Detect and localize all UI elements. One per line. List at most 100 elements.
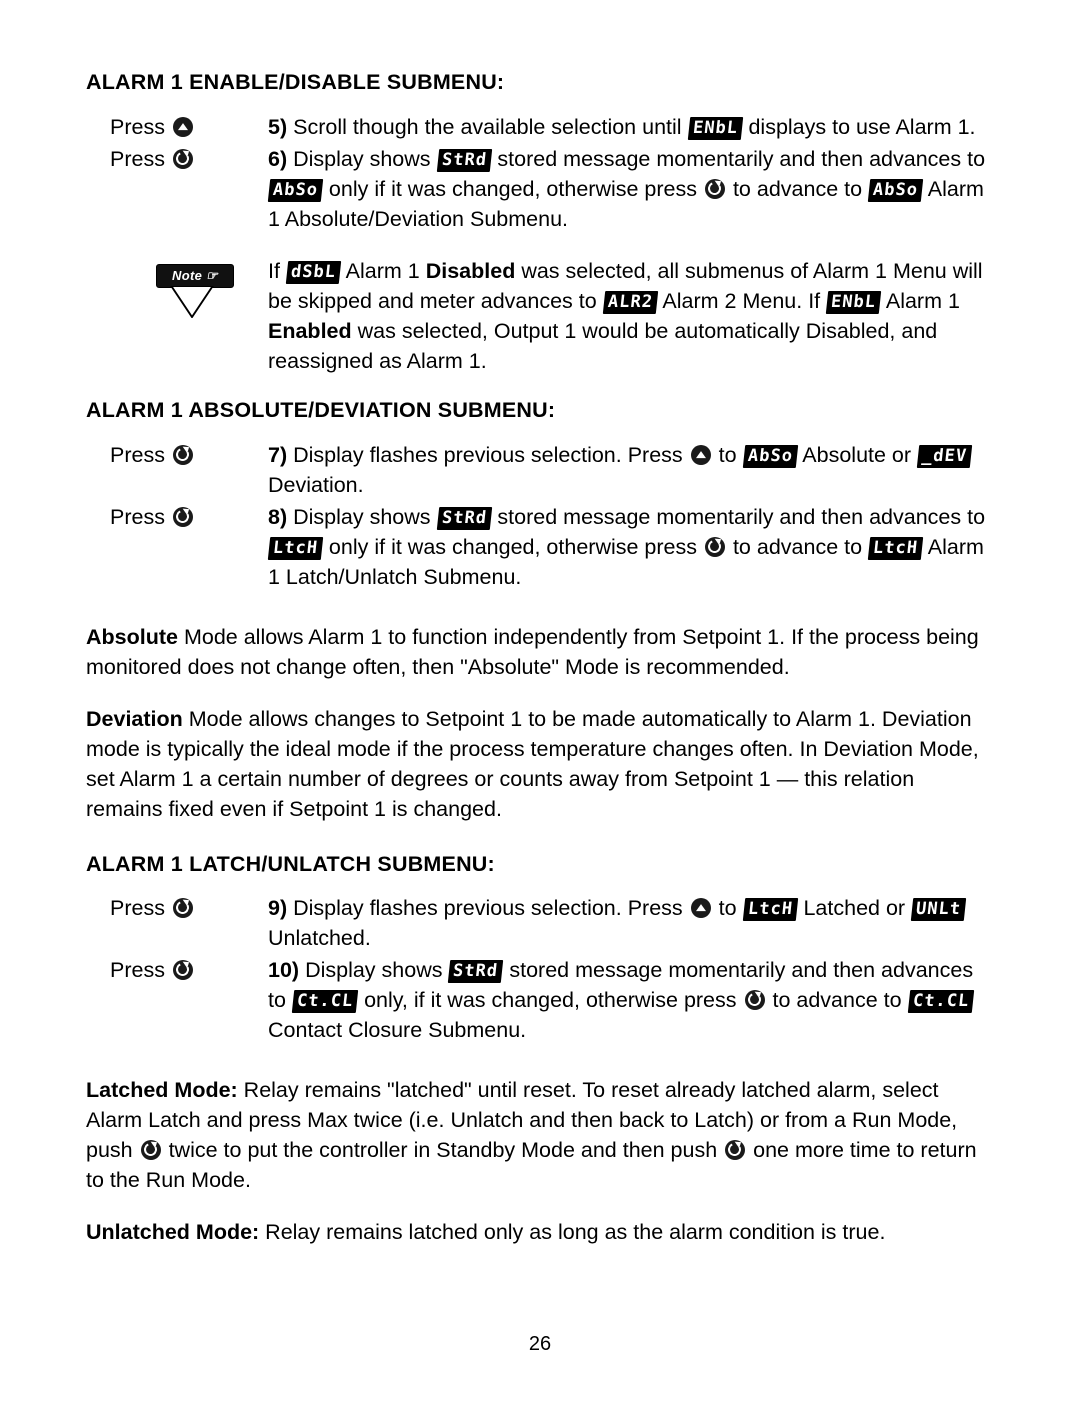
press-label: Press <box>110 958 165 983</box>
deviation-text: Mode allows changes to Setpoint 1 to be … <box>86 706 979 821</box>
note-text-6: was selected, Output 1 would be automati… <box>268 318 938 373</box>
loop-arrow-button-icon[interactable] <box>172 148 193 169</box>
step-6-text-2: stored message momentarily and then adva… <box>491 146 986 171</box>
led-enbl-2: ENbL <box>825 290 882 314</box>
press-label: Press <box>110 504 165 529</box>
up-arrow-button-icon[interactable] <box>172 116 193 137</box>
page-number: 26 <box>528 1333 552 1355</box>
step-9-text-1: Display flashes previous selection. Pres… <box>293 896 689 921</box>
step-7-text: 7) Display flashes previous selection. P… <box>268 440 991 500</box>
led-abso-1: AbSo <box>267 178 324 202</box>
step-8-text-2: stored message momentarily and then adva… <box>491 504 986 529</box>
note-block: Note ☞ If dSbL Alarm 1 Disabled was sele… <box>86 256 991 376</box>
led-dsbl: dSbL <box>285 260 342 284</box>
step-5-number: 5) <box>268 114 288 139</box>
step-9-text: 9) Display flashes previous selection. P… <box>268 893 991 953</box>
led-enbl: ENbL <box>687 116 743 140</box>
step-7-press-col: Press <box>86 440 268 470</box>
step-7-row: Press 7) Display flashes previous select… <box>86 440 991 500</box>
step-7-text-4: Deviation. <box>268 472 364 497</box>
led-unlt: UNLt <box>910 898 967 922</box>
press-label: Press <box>110 114 165 139</box>
loop-arrow-button-icon[interactable] <box>704 536 725 557</box>
loop-arrow-button-icon[interactable] <box>172 898 193 919</box>
loop-arrow-button-icon[interactable] <box>704 178 725 199</box>
led-abso-2: AbSo <box>867 178 924 202</box>
press-label: Press <box>110 896 165 921</box>
step-10-row: Press 10) Display shows StRd stored mess… <box>86 955 991 1045</box>
step-6-row: Press 6) Display shows StRd stored messa… <box>86 144 991 234</box>
led-ctcl-2: Ct.CL <box>907 990 974 1014</box>
led-ltch-1: LtcH <box>267 536 324 560</box>
led-ltch-2: LtcH <box>867 536 924 560</box>
step-6-press-col: Press <box>86 144 268 174</box>
step-10-text-1: Display shows <box>305 958 449 983</box>
loop-arrow-button-icon[interactable] <box>172 444 193 465</box>
loop-arrow-button-icon[interactable] <box>172 506 193 527</box>
note-badge: Note ☞ <box>156 263 234 288</box>
step-7-text-2: to <box>712 442 743 467</box>
step-7-text-1: Display flashes previous selection. Pres… <box>293 442 689 467</box>
led-dev: _dEV <box>916 444 973 468</box>
step-9-number: 9) <box>268 896 288 921</box>
step-9-text-3: Latched or <box>797 896 912 921</box>
note-bold-disabled: Disabled <box>425 258 516 283</box>
paragraph-unlatched-mode: Unlatched Mode: Relay remains latched on… <box>86 1217 991 1247</box>
note-badge-label: Note <box>172 267 203 283</box>
up-arrow-button-icon[interactable] <box>690 444 711 465</box>
step-5-text-1: Scroll though the available selection un… <box>293 114 688 139</box>
press-label: Press <box>110 442 165 467</box>
latched-text-2: twice to put the controller in Standby M… <box>162 1138 724 1163</box>
led-strd-2: StRd <box>436 506 492 530</box>
paragraph-latched-mode: Latched Mode: Relay remains "latched" un… <box>86 1075 991 1195</box>
step-6-text-3: only if it was changed, otherwise press <box>322 176 703 201</box>
step-5-press-col: Press <box>86 112 268 142</box>
step-8-row: Press 8) Display shows StRd stored messa… <box>86 502 991 592</box>
page-content: ALARM 1 ENABLE/DISABLE SUBMENU: Press 5)… <box>86 70 991 1269</box>
step-9-text-4: Unlatched. <box>268 926 371 951</box>
step-9-press-col: Press <box>86 893 268 923</box>
step-6-text-4: to advance to <box>726 176 869 201</box>
led-abso-3: AbSo <box>742 444 798 468</box>
note-text-5: Alarm 1 <box>881 288 960 313</box>
latch-unlatch-steps: Press 9) Display flashes previous select… <box>86 893 991 1045</box>
note-icon: Note ☞ <box>156 263 238 320</box>
note-icon-col: Note ☞ <box>86 256 268 320</box>
step-10-number: 10) <box>268 958 300 983</box>
step-10-text: 10) Display shows StRd stored message mo… <box>268 955 991 1045</box>
step-8-text-1: Display shows <box>293 504 437 529</box>
absolute-text: Mode allows Alarm 1 to function independ… <box>86 624 979 679</box>
step-7-text-3: Absolute or <box>797 442 918 467</box>
led-ltch-3: LtcH <box>742 898 798 922</box>
latched-bold: Latched Mode: <box>86 1078 238 1103</box>
paragraph-absolute: Absolute Mode allows Alarm 1 to function… <box>86 622 991 682</box>
absolute-bold: Absolute <box>86 624 178 649</box>
note-text-2: Alarm 1 <box>340 258 426 283</box>
up-arrow-button-icon[interactable] <box>690 898 711 919</box>
step-7-number: 7) <box>268 442 288 467</box>
note-text-4: Alarm 2 Menu. If <box>657 288 827 313</box>
loop-arrow-button-icon[interactable] <box>172 960 193 981</box>
step-5-text-2: displays to use Alarm 1. <box>742 114 976 139</box>
section-title-absolute-deviation: ALARM 1 ABSOLUTE/DEVIATION SUBMENU: <box>86 397 556 422</box>
step-5-text: 5) Scroll though the available selection… <box>268 112 991 142</box>
step-6-text: 6) Display shows StRd stored message mom… <box>267 144 991 234</box>
step-8-text-4: to advance to <box>726 534 869 559</box>
page-title: ALARM 1 ENABLE/DISABLE SUBMENU: <box>86 70 505 94</box>
step-8-text-3: only if it was changed, otherwise press <box>322 534 703 559</box>
step-10-text-5: Contact Closure Submenu. <box>268 1018 527 1043</box>
step-6-text-1: Display shows <box>293 146 437 171</box>
section-title-latch-unlatch: ALARM 1 LATCH/UNLATCH SUBMENU: <box>86 851 495 876</box>
loop-arrow-button-icon[interactable] <box>744 990 765 1011</box>
note-bold-enabled: Enabled <box>268 318 352 343</box>
absolute-deviation-steps: Press 7) Display flashes previous select… <box>86 440 991 592</box>
loop-arrow-button-icon[interactable] <box>725 1140 746 1161</box>
note-text-1: If <box>268 258 286 283</box>
loop-arrow-button-icon[interactable] <box>140 1140 161 1161</box>
step-8-text: 8) Display shows StRd stored message mom… <box>267 502 991 592</box>
triangle-pointer-icon <box>170 285 214 318</box>
led-alr2: ALR2 <box>602 290 658 314</box>
unlatched-bold: Unlatched Mode: <box>86 1220 260 1245</box>
unlatched-text: Relay remains latched only as long as th… <box>259 1220 886 1245</box>
note-text: If dSbL Alarm 1 Disabled was selected, a… <box>268 256 991 376</box>
